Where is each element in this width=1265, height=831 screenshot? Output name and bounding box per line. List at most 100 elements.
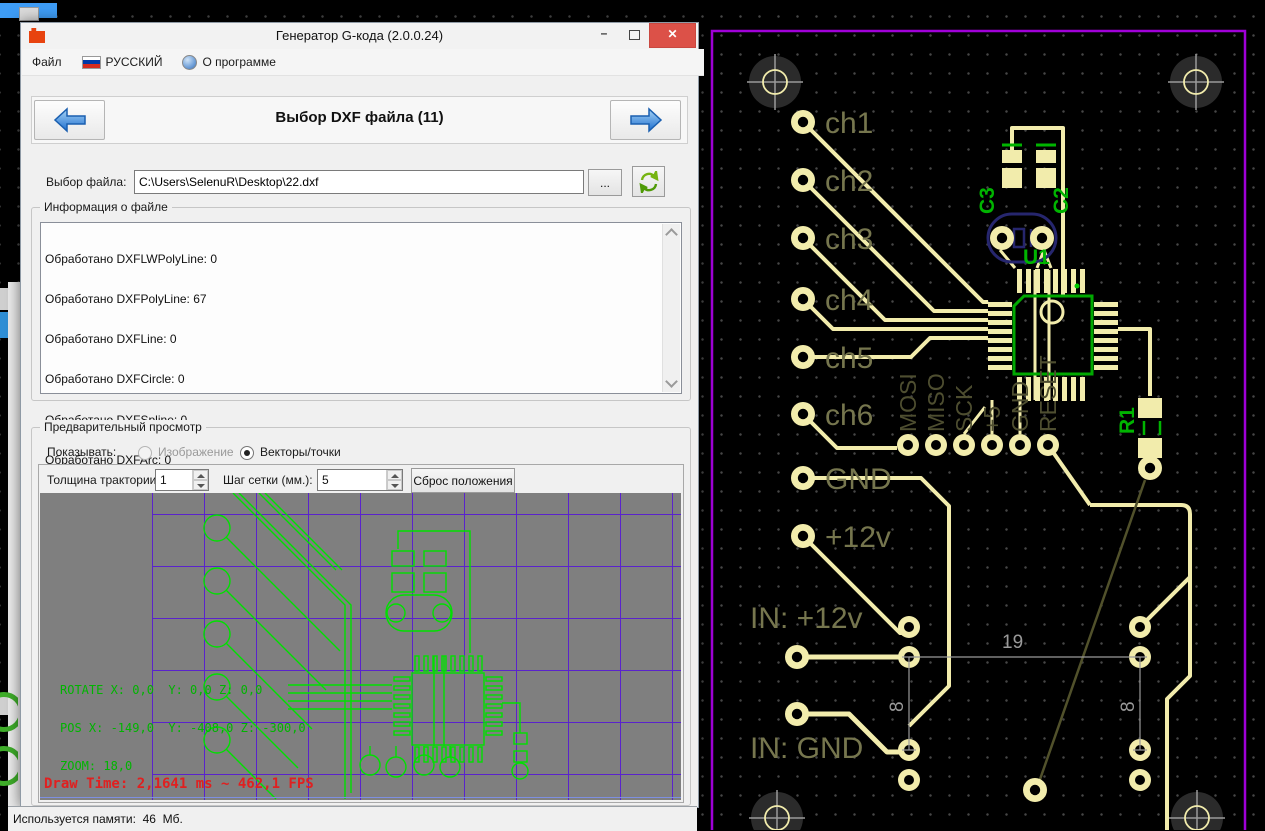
menu-about-label: О программе — [202, 55, 275, 69]
info-line: Обработано DXFLWPolyLine: 0 — [45, 253, 217, 266]
menu-language[interactable]: РУССКИЙ — [82, 55, 163, 69]
app-window: Генератор G-кода (2.0.0.24) – ✕ Файл РУС… — [20, 22, 699, 808]
via-pad — [1138, 456, 1162, 480]
window-fragment-white — [0, 288, 8, 310]
pin-label-sck: SCK — [951, 384, 977, 432]
canvas-baseline — [40, 797, 681, 798]
overlay-zoom: ZOOM: 18,0 — [60, 759, 132, 773]
pin-label-reset: RESET — [1035, 355, 1061, 432]
info-line: Обработано DXFLine: 0 — [45, 333, 217, 346]
radio-image[interactable] — [138, 446, 152, 460]
pad-ch1 — [791, 110, 815, 134]
page-title: Выбор DXF файла (11) — [21, 109, 698, 126]
radio-vectors-label: Векторы/точки — [260, 445, 341, 459]
pad-5v — [981, 434, 1003, 456]
pcb-label-gnd: GND — [825, 463, 892, 496]
file-info-group: Информация о файле Обработано DXFLWPolyL… — [31, 207, 691, 401]
scroll-down-icon[interactable] — [665, 375, 678, 388]
pad-12v — [791, 524, 815, 548]
menu-bar: Файл РУССКИЙ О программе — [22, 49, 704, 76]
preview-canvas[interactable]: ROTATE X: 0,0 Y: 0,0 Z: 0,0 POS X: -149,… — [40, 493, 681, 800]
mount-hole — [749, 790, 805, 830]
overlay-draw-time: Draw Time: 2,1641 ms ~ 462,1 FPS — [44, 776, 314, 792]
status-bar: Используется памяти: 46 Мб. — [8, 806, 697, 831]
pad-in-12v — [785, 645, 809, 669]
pad-reset — [1037, 434, 1059, 456]
pad-in-gnd — [785, 702, 809, 726]
r1-silk — [1144, 421, 1160, 435]
pad — [898, 769, 920, 791]
preview-vectors — [40, 493, 681, 800]
pcb-label-ch3: ch3 — [825, 223, 873, 256]
reset-position-button[interactable]: Сброс положения — [411, 468, 515, 493]
right-arrow-icon — [629, 107, 663, 133]
pcb-label-ch2: ch2 — [825, 165, 873, 198]
preview-group: Предварительный просмотр Показывать: Изо… — [31, 427, 691, 806]
mount-hole — [1169, 790, 1225, 830]
pad-ch2 — [791, 168, 815, 192]
title-bar[interactable]: Генератор G-кода (2.0.0.24) – ✕ — [21, 23, 698, 49]
spin-up-icon[interactable] — [387, 470, 402, 480]
thickness-arrows[interactable] — [192, 470, 208, 490]
file-path-input[interactable] — [134, 170, 584, 194]
pad — [1129, 769, 1151, 791]
menu-language-label: РУССКИЙ — [106, 55, 163, 69]
grid-step-stepper[interactable]: 5 — [317, 469, 403, 491]
maximize-button[interactable] — [620, 23, 648, 46]
radio-vectors[interactable] — [240, 446, 254, 460]
ref-r1: R1 — [1116, 407, 1139, 434]
forward-button[interactable] — [610, 100, 681, 140]
spin-down-icon[interactable] — [387, 480, 402, 490]
file-info-legend: Информация о файле — [40, 200, 172, 214]
pad — [1023, 778, 1047, 802]
info-scrollbar[interactable] — [662, 224, 680, 392]
silk-dot — [1075, 284, 1080, 289]
pad-ch4 — [791, 287, 815, 311]
close-button[interactable]: ✕ — [649, 23, 696, 48]
menu-about[interactable]: О программе — [182, 55, 275, 70]
ic-pin1-mark — [1041, 301, 1063, 323]
about-icon — [182, 55, 197, 70]
thickness-stepper[interactable]: 1 — [155, 469, 209, 491]
pin-label-gnd: GND — [1007, 381, 1033, 432]
cap-pads — [1002, 150, 1056, 188]
minimize-button[interactable]: – — [590, 23, 618, 46]
refresh-button[interactable] — [632, 166, 665, 197]
maximize-icon — [629, 30, 640, 40]
overlay-rotate: ROTATE X: 0,0 Y: 0,0 Z: 0,0 — [60, 683, 262, 697]
pad-ch6 — [791, 402, 815, 426]
pcb-label-in-12v: IN: +12v — [750, 602, 863, 635]
grid-step-arrows[interactable] — [386, 470, 402, 490]
pcb-label-in-gnd: IN: GND — [750, 732, 863, 765]
pin-label-miso: MISO — [923, 373, 949, 432]
file-select-label: Выбор файла: — [46, 175, 126, 189]
pcb-label-12v: +12v — [825, 521, 891, 554]
dim-height-label: 8 — [1118, 701, 1139, 712]
ref-c2: C2 — [1050, 187, 1073, 214]
file-info-list[interactable]: Обработано DXFLWPolyLine: 0 Обработано D… — [40, 222, 682, 394]
pad — [898, 616, 920, 638]
menu-file[interactable]: Файл — [32, 55, 62, 69]
scrollbar-fragment — [19, 7, 39, 21]
grid-step-label: Шаг сетки (мм.): — [223, 473, 313, 487]
grid-step-value: 5 — [318, 470, 386, 490]
ref-u1: U1 — [1023, 246, 1050, 269]
russian-flag-icon — [82, 56, 101, 69]
memory-status: Используется памяти: 46 Мб. — [13, 812, 183, 826]
dim-width-label: 19 — [1002, 632, 1023, 653]
mount-hole — [1168, 54, 1224, 110]
r1-pads — [1138, 398, 1162, 458]
radio-image-label: Изображение — [158, 445, 234, 459]
dim-height-label: 8 — [887, 701, 908, 712]
scroll-up-icon[interactable] — [665, 228, 678, 241]
pcb-label-ch6: ch6 — [825, 399, 873, 432]
browse-button[interactable]: ... — [588, 169, 622, 196]
spin-down-icon[interactable] — [193, 480, 208, 490]
overlay-pos: POS X: -149,0 Y: -408,0 Z: -300,0 — [60, 721, 306, 735]
pcb-label-ch1: ch1 — [825, 107, 873, 140]
show-label: Показывать: — [47, 445, 116, 459]
spin-up-icon[interactable] — [193, 470, 208, 480]
pad-ch5 — [791, 345, 815, 369]
pcb-layout[interactable]: 19 8 8 ch1 ch2 ch3 ch4 ch5 ch6 GND +12v … — [697, 0, 1265, 830]
pad-gnd — [791, 466, 815, 490]
